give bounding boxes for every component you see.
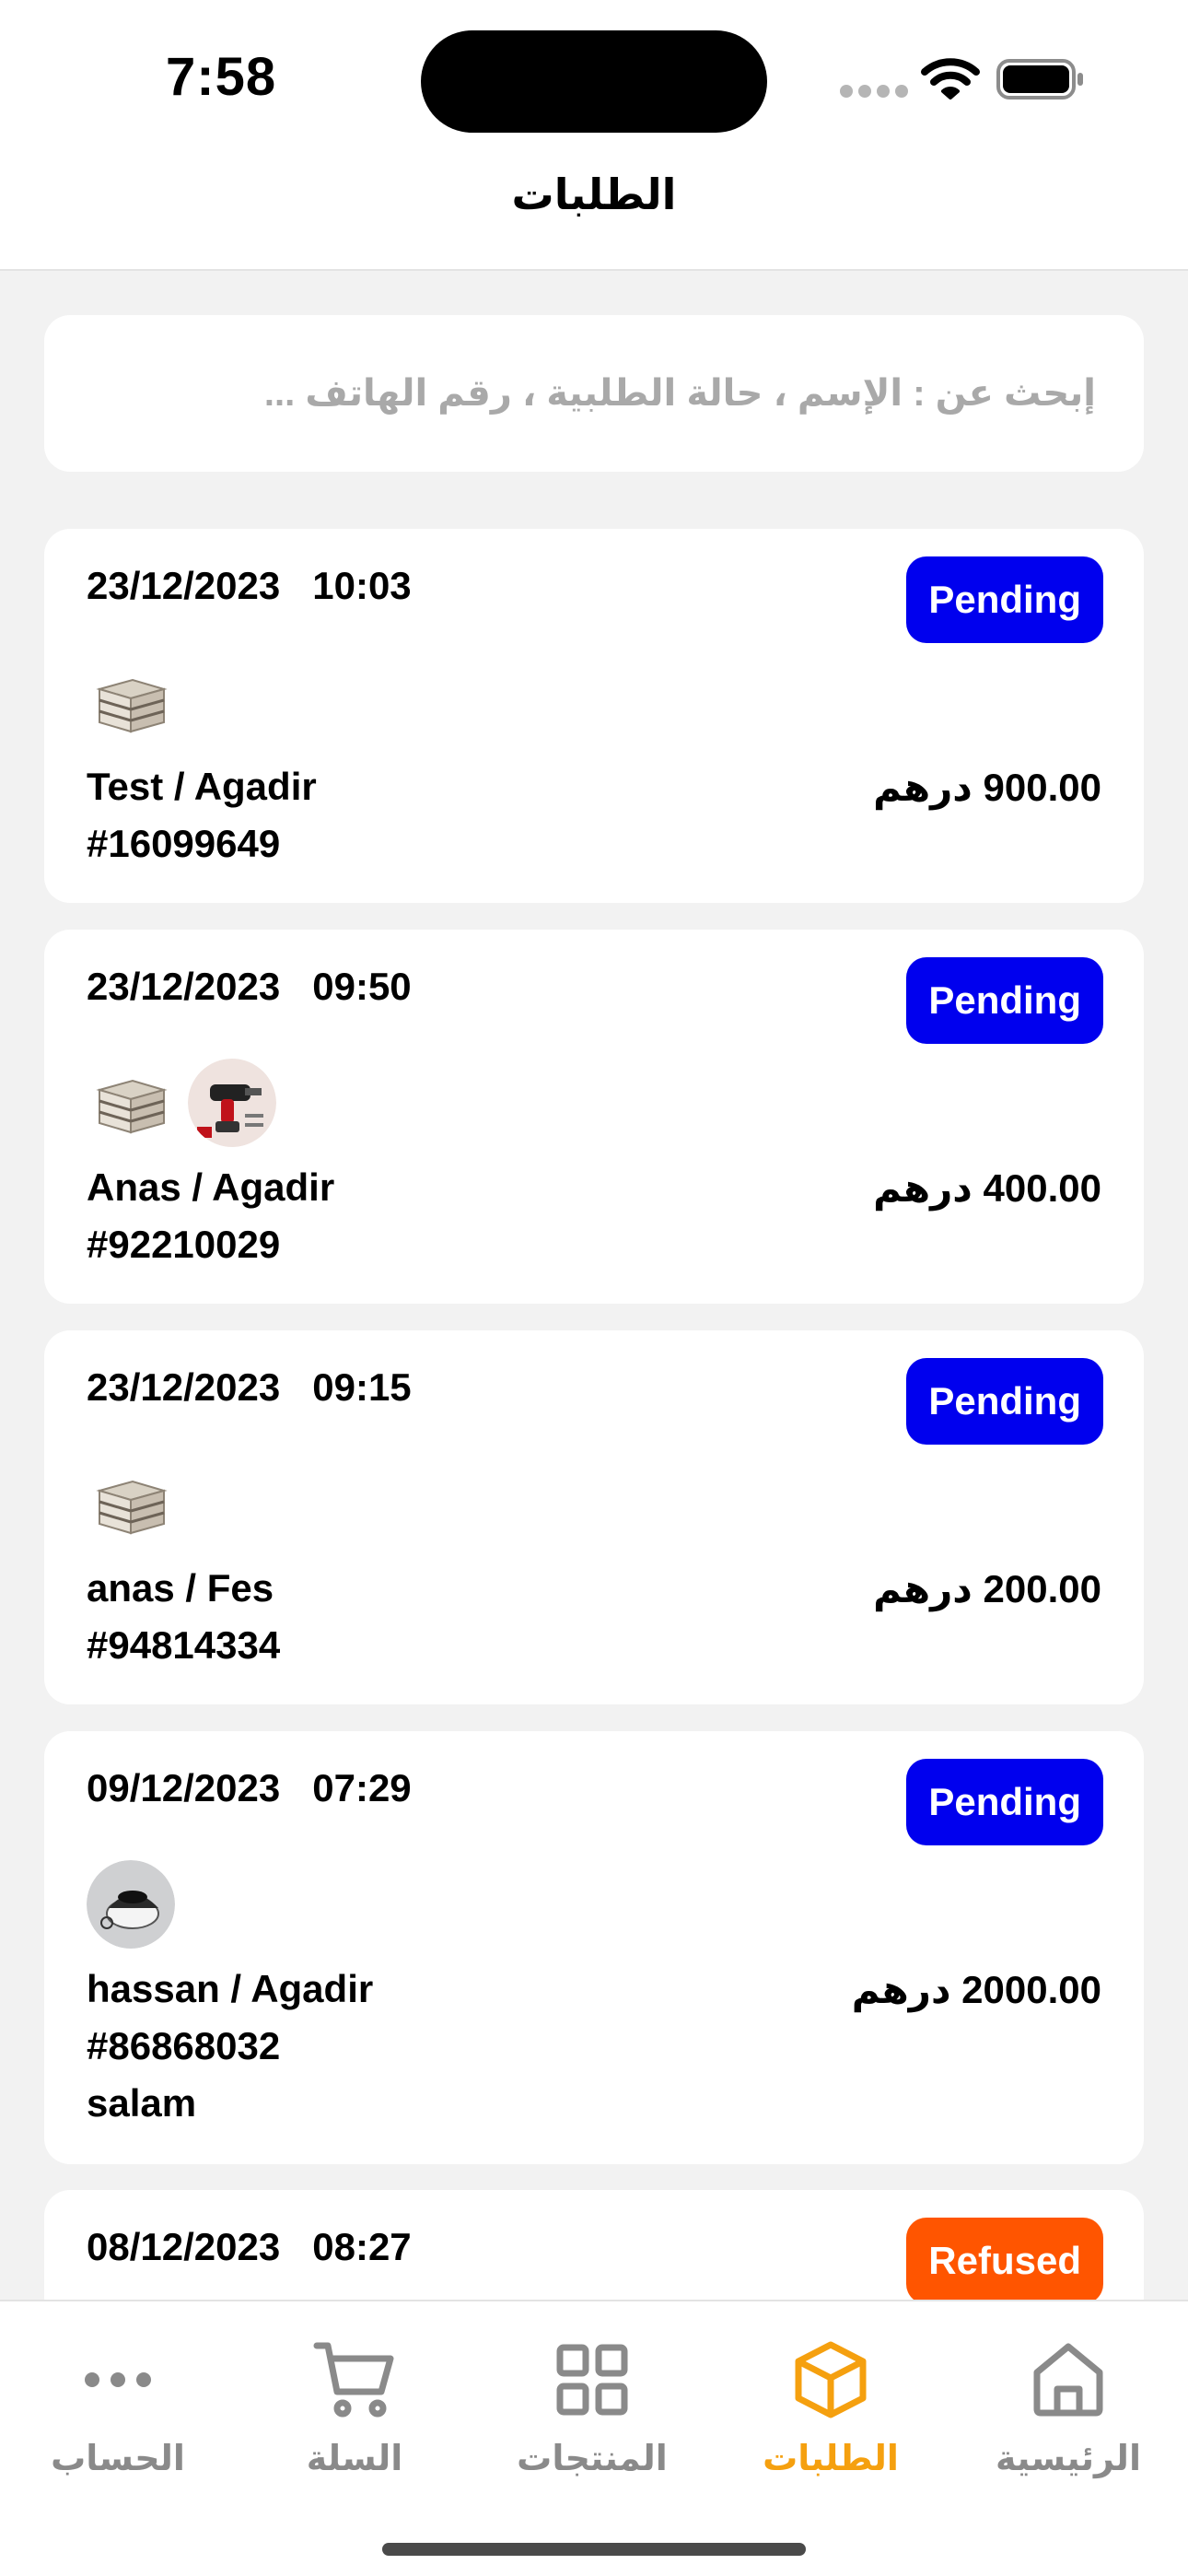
battery-icon <box>996 59 1083 100</box>
search-input[interactable]: إبحث عن : الإسم ، حالة الطلبية ، رقم اله… <box>44 315 1144 472</box>
status-badge: Pending <box>906 957 1103 1044</box>
product-thumbnail-power-drill <box>188 1059 276 1147</box>
tab-home[interactable]: الرئيسية <box>967 2338 1170 2513</box>
order-datetime: 08/12/2023 08:27 <box>87 2225 412 2269</box>
tab-label: السلة <box>306 2440 403 2478</box>
order-amount: 200.00 درهم <box>873 1567 1101 1610</box>
status-time: 7:58 <box>166 47 277 107</box>
order-customer: anas / Fes <box>87 1566 274 1610</box>
order-number: #16099649 <box>87 822 281 865</box>
cellular-signal-icon <box>840 85 914 102</box>
order-number: #92210029 <box>87 1223 281 1266</box>
status-bar: 7:58 <box>0 0 1188 147</box>
box-icon <box>789 2338 872 2421</box>
status-badge: Pending <box>906 1759 1103 1845</box>
search-placeholder: إبحث عن : الإسم ، حالة الطلبية ، رقم اله… <box>263 373 1096 414</box>
order-amount: 2000.00 درهم <box>851 1968 1101 2011</box>
product-thumbnails <box>87 1059 276 1147</box>
order-datetime: 09/12/2023 07:29 <box>87 1766 412 1810</box>
tab-label: الطلبات <box>763 2440 899 2478</box>
status-badge: Refused <box>906 2218 1103 2304</box>
order-time: 10:03 <box>312 564 412 607</box>
order-customer: hassan / Agadir <box>87 1967 374 2010</box>
order-amount: 400.00 درهم <box>873 1166 1101 1210</box>
order-time: 09:50 <box>312 965 412 1008</box>
order-date: 23/12/2023 <box>87 564 281 607</box>
order-date: 23/12/2023 <box>87 1365 281 1409</box>
product-thumbnails <box>87 658 175 746</box>
order-datetime: 23/12/2023 09:15 <box>87 1365 412 1410</box>
order-card[interactable]: 23/12/2023 09:15 Pending anas / Fes #948143… <box>44 1330 1144 1704</box>
home-indicator <box>382 2543 806 2556</box>
order-date: 23/12/2023 <box>87 965 281 1008</box>
tab-account[interactable]: الحساب <box>17 2338 219 2513</box>
page-header: الطلبات <box>0 147 1188 271</box>
order-card[interactable]: 09/12/2023 07:29 Pending hassan / Agadir #8… <box>44 1731 1144 2164</box>
order-card[interactable]: 23/12/2023 10:03 Pending Test / Agadir #160… <box>44 529 1144 903</box>
tab-label: الحساب <box>51 2440 185 2478</box>
product-thumbnails <box>87 1860 175 1949</box>
order-date: 08/12/2023 <box>87 2225 281 2268</box>
order-customer: Test / Agadir <box>87 765 317 808</box>
tab-products[interactable]: المنتجات <box>491 2338 693 2513</box>
tab-orders[interactable]: الطلبات <box>729 2338 932 2513</box>
product-thumbnail-storage-box <box>87 658 175 746</box>
status-badge: Pending <box>906 1358 1103 1445</box>
product-thumbnail-storage-box <box>87 1459 175 1548</box>
order-time: 09:15 <box>312 1365 412 1409</box>
tab-label: الرئيسية <box>996 2440 1141 2478</box>
home-icon <box>1027 2338 1110 2421</box>
more-icon <box>76 2338 159 2421</box>
grid-icon <box>551 2338 634 2421</box>
order-number: #86868032 <box>87 2024 281 2067</box>
tab-cart[interactable]: السلة <box>253 2338 456 2513</box>
tab-bar: الحساب السلة المنتجات الطلبات الرئيسية <box>0 2300 1188 2576</box>
order-date: 09/12/2023 <box>87 1766 281 1809</box>
wifi-icon <box>921 58 980 100</box>
order-customer: Anas / Agadir <box>87 1165 335 1209</box>
order-number: #94814334 <box>87 1623 281 1667</box>
order-amount: 900.00 درهم <box>873 766 1101 809</box>
order-card[interactable]: 23/12/2023 09:50 Pending Anas / Agadir #922… <box>44 930 1144 1304</box>
order-note: salam <box>87 2081 197 2125</box>
order-datetime: 23/12/2023 09:50 <box>87 965 412 1009</box>
cart-icon <box>313 2338 396 2421</box>
status-badge: Pending <box>906 556 1103 643</box>
page-title: الطلبات <box>511 170 677 218</box>
order-time: 08:27 <box>312 2225 412 2268</box>
product-thumbnails <box>87 1459 175 1548</box>
product-thumbnail-robot-vacuum <box>87 1860 175 1949</box>
order-datetime: 23/12/2023 10:03 <box>87 564 412 608</box>
product-thumbnail-storage-box <box>87 1059 175 1147</box>
dynamic-island <box>421 30 767 133</box>
tab-label: المنتجات <box>517 2440 668 2478</box>
order-time: 07:29 <box>312 1766 412 1809</box>
